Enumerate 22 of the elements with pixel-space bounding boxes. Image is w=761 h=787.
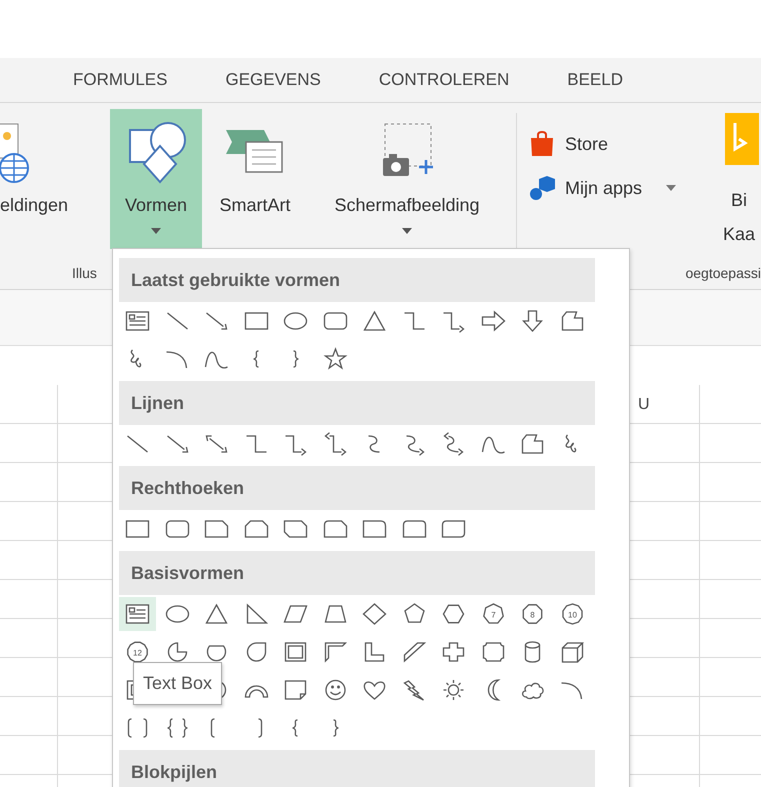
section-title: Rechthoeken — [131, 478, 244, 498]
ribbon-tab[interactable]: BEELD — [567, 70, 623, 90]
store-button[interactable]: Store — [529, 131, 719, 157]
maps-button[interactable]: Bi Kaa — [719, 109, 759, 261]
group-label: Illus — [72, 265, 97, 281]
apps-button[interactable]: Mijn apps — [529, 175, 719, 201]
group-label: oegtoepassi — [685, 265, 761, 281]
tooltip: Text Box — [133, 662, 222, 705]
section-title: Lijnen — [131, 392, 184, 414]
shopping-bag-icon — [529, 131, 555, 157]
pictures-button[interactable]: eldingen — [0, 109, 103, 249]
section-title: Laatst gebruikte vormen — [131, 270, 340, 290]
apps-icon — [529, 175, 555, 201]
textbox-shape-icon[interactable] — [119, 597, 156, 631]
ribbon-tab[interactable]: CONTROLEREN — [378, 70, 510, 90]
ribbon-tab[interactable]: GEGEVENS — [225, 70, 321, 90]
shapes-button[interactable]: Vormen — [110, 109, 202, 249]
column-header: U — [638, 396, 650, 414]
section-title: Basisvormen — [131, 562, 244, 584]
smartart-button[interactable]: SmartArt — [205, 109, 305, 249]
section-title: Blokpijlen — [131, 762, 218, 782]
ribbon-tab[interactable]: FORMULES — [73, 70, 168, 90]
